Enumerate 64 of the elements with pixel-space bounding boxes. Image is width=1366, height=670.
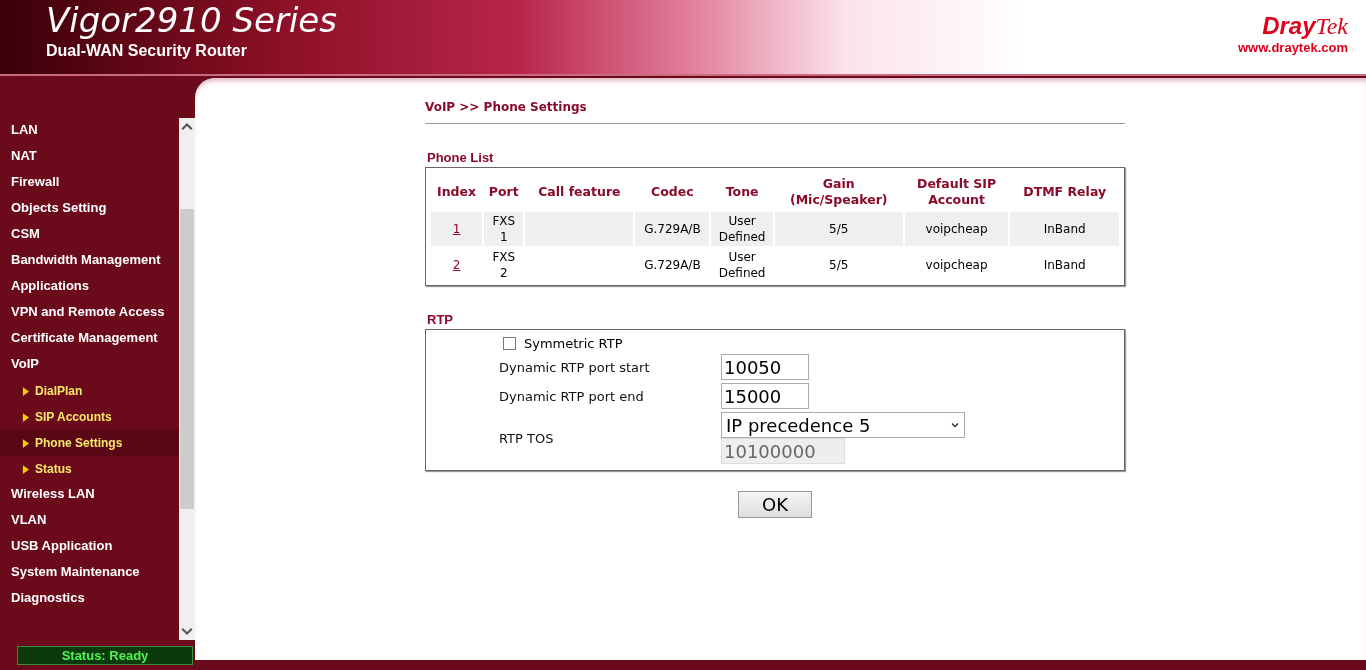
column-header: Port [487,183,520,201]
triangle-icon [22,438,29,448]
menu-item[interactable]: NAT [0,144,179,170]
checkbox-label: Symmetric RTP [524,336,623,351]
column-header: Tone [724,183,760,201]
table-cell: G.729A/B [644,222,701,236]
port-input[interactable]: 10050 [721,354,809,380]
index-link[interactable]: 2 [452,258,461,272]
table-cell: InBand [1043,258,1086,272]
website-url: www.draytek.com [1237,40,1348,55]
menu-item[interactable]: Wireless LAN [0,482,179,508]
submenu-item[interactable]: SIP Accounts [0,404,179,430]
scrollbar[interactable] [179,118,195,640]
product-subtitle: Dual-WAN Security Router [46,42,248,60]
table-cell: User Defined [718,214,766,244]
brand-logo: DrayTek [1261,12,1348,40]
index-link[interactable]: 1 [452,222,461,236]
caret-icon [950,420,960,430]
breadcrumb: VoIP >> Phone Settings [425,100,1125,124]
menu-item[interactable]: VLAN [0,508,179,534]
table-cell: voipcheap [925,222,988,236]
column-header: Codec [650,183,695,201]
table-cell: InBand [1043,222,1086,236]
table-cell: FXS 1 [492,214,516,244]
section-title: RTP [427,312,454,327]
menu-item[interactable]: Firewall [0,170,179,196]
ok-button[interactable]: OK [738,491,812,518]
status-indicator: Status: Ready [17,646,193,665]
table-cell: 5/5 [829,222,849,236]
tos-value-field: 10100000 [721,438,845,464]
field-label: RTP TOS [499,430,555,446]
table-cell: FXS 2 [492,250,516,280]
triangle-icon [22,464,29,474]
table-cell: voipcheap [925,258,988,272]
table-cell: G.729A/B [644,258,701,272]
menu-item[interactable]: Diagnostics [0,586,179,612]
submenu-item[interactable]: Status [0,456,179,482]
menu-item[interactable]: LAN [0,118,179,144]
menu-item[interactable]: Bandwidth Management [0,248,179,274]
submenu-item[interactable]: Phone Settings [0,430,179,456]
menu-item[interactable]: CSM [0,222,179,248]
product-title: Vigor2910 Series [46,0,337,40]
table-cell: 5/5 [829,258,849,272]
menu-item[interactable]: VoIP [0,352,179,378]
checkbox[interactable] [503,337,516,350]
column-header: Gain (Mic/Speaker) [788,175,889,209]
port-input[interactable]: 15000 [721,383,809,409]
triangle-icon [22,386,29,396]
menu-item[interactable]: System Maintenance [0,560,179,586]
menu-item[interactable]: Objects Setting [0,196,179,222]
column-header: Default SIP Account [916,175,998,209]
table-cell: User Defined [718,250,766,280]
menu-item[interactable]: USB Application [0,534,179,560]
triangle-icon [22,412,29,422]
field-label: Dynamic RTP port end [499,388,645,404]
menu-item[interactable]: Applications [0,274,179,300]
column-header: DTMF Relay [1022,183,1108,201]
field-label: Dynamic RTP port start [499,359,651,375]
section-title: Phone List [427,150,495,165]
menu-item[interactable]: Certificate Management [0,326,179,352]
submenu-item[interactable]: DialPlan [0,378,179,404]
column-header: Index [436,183,478,201]
column-header: Call feature [537,183,622,201]
menu-item[interactable]: VPN and Remote Access [0,300,179,326]
